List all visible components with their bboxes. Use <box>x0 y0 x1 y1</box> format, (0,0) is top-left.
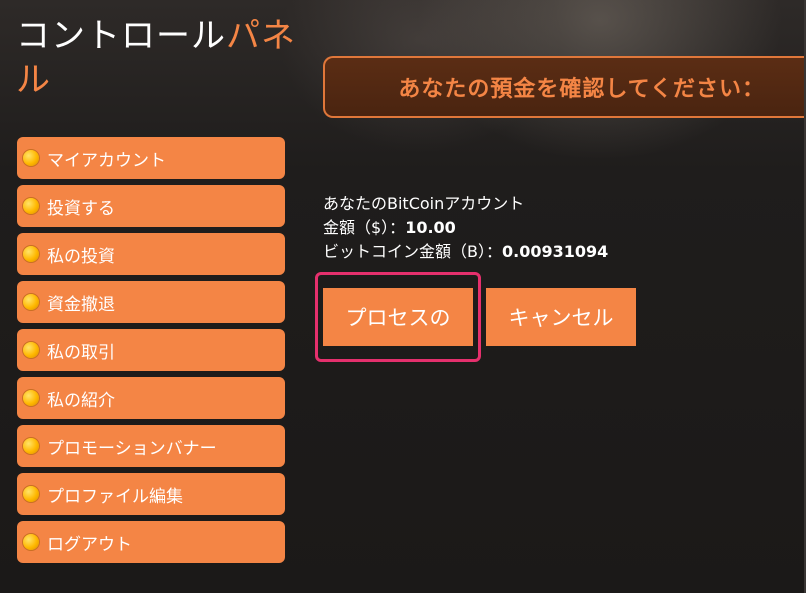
orange-bullet-icon <box>23 246 39 262</box>
sidebar-item-label: 私の紹介 <box>47 390 115 411</box>
control-panel-page: コントロールパネ ル マイアカウント 投資する 私の投資 資金撤退 私の取引 私… <box>0 0 806 593</box>
sidebar-item-label: 投資する <box>47 198 115 219</box>
sidebar-nav: マイアカウント 投資する 私の投資 資金撤退 私の取引 私の紹介 プロモーション… <box>17 137 285 569</box>
page-title-accent: パネ <box>226 16 296 56</box>
sidebar-item-label: プロモーションバナー <box>47 438 217 459</box>
amount-value: 10.00 <box>405 218 456 237</box>
orange-bullet-icon <box>23 486 39 502</box>
sidebar-item-promo-banners[interactable]: プロモーションバナー <box>17 425 285 467</box>
orange-bullet-icon <box>23 150 39 166</box>
orange-bullet-icon <box>23 198 39 214</box>
sidebar-item-label: 私の投資 <box>47 246 115 267</box>
btc-amount-value: 0.00931094 <box>501 242 609 261</box>
confirm-deposit-banner: あなたの預金を確認してください： <box>323 56 804 118</box>
orange-bullet-icon <box>23 390 39 406</box>
process-button[interactable]: プロセスの <box>323 288 473 346</box>
btc-amount-row: ビットコイン金額（B）：0.00931094 <box>323 240 608 264</box>
account-line: あなたのBitCoinアカウント <box>323 194 525 213</box>
sidebar-item-edit-profile[interactable]: プロファイル編集 <box>17 473 285 515</box>
sidebar-item-invest[interactable]: 投資する <box>17 185 285 227</box>
amount-label: 金額（$）： <box>323 218 406 237</box>
orange-bullet-icon <box>23 438 39 454</box>
orange-bullet-icon <box>23 342 39 358</box>
sidebar-item-label: プロファイル編集 <box>47 486 183 507</box>
banner-text: あなたの預金を確認してください： <box>398 77 765 102</box>
page-title-main: コントロール <box>16 16 226 56</box>
sidebar-item-label: ログアウト <box>47 534 132 555</box>
sidebar-item-label: 私の取引 <box>47 342 115 363</box>
sidebar-item-my-investments[interactable]: 私の投資 <box>17 233 285 275</box>
deposit-info: あなたのBitCoinアカウント 金額（$）：10.00 ビットコイン金額（B）… <box>323 192 608 264</box>
btc-amount-label: ビットコイン金額（B）： <box>323 242 502 261</box>
sidebar-item-my-referrals[interactable]: 私の紹介 <box>17 377 285 419</box>
page-title: コントロールパネ ル <box>16 14 306 102</box>
sidebar-item-logout[interactable]: ログアウト <box>17 521 285 563</box>
page-title-accent-2: ル <box>16 60 51 100</box>
sidebar-item-withdraw[interactable]: 資金撤退 <box>17 281 285 323</box>
amount-row: 金額（$）：10.00 <box>323 216 608 240</box>
sidebar-item-label: 資金撤退 <box>47 294 115 315</box>
orange-bullet-icon <box>23 294 39 310</box>
sidebar-item-my-account[interactable]: マイアカウント <box>17 137 285 179</box>
sidebar-item-label: マイアカウント <box>47 150 166 171</box>
cancel-button[interactable]: キャンセル <box>486 288 636 346</box>
sidebar-item-my-transactions[interactable]: 私の取引 <box>17 329 285 371</box>
orange-bullet-icon <box>23 534 39 550</box>
